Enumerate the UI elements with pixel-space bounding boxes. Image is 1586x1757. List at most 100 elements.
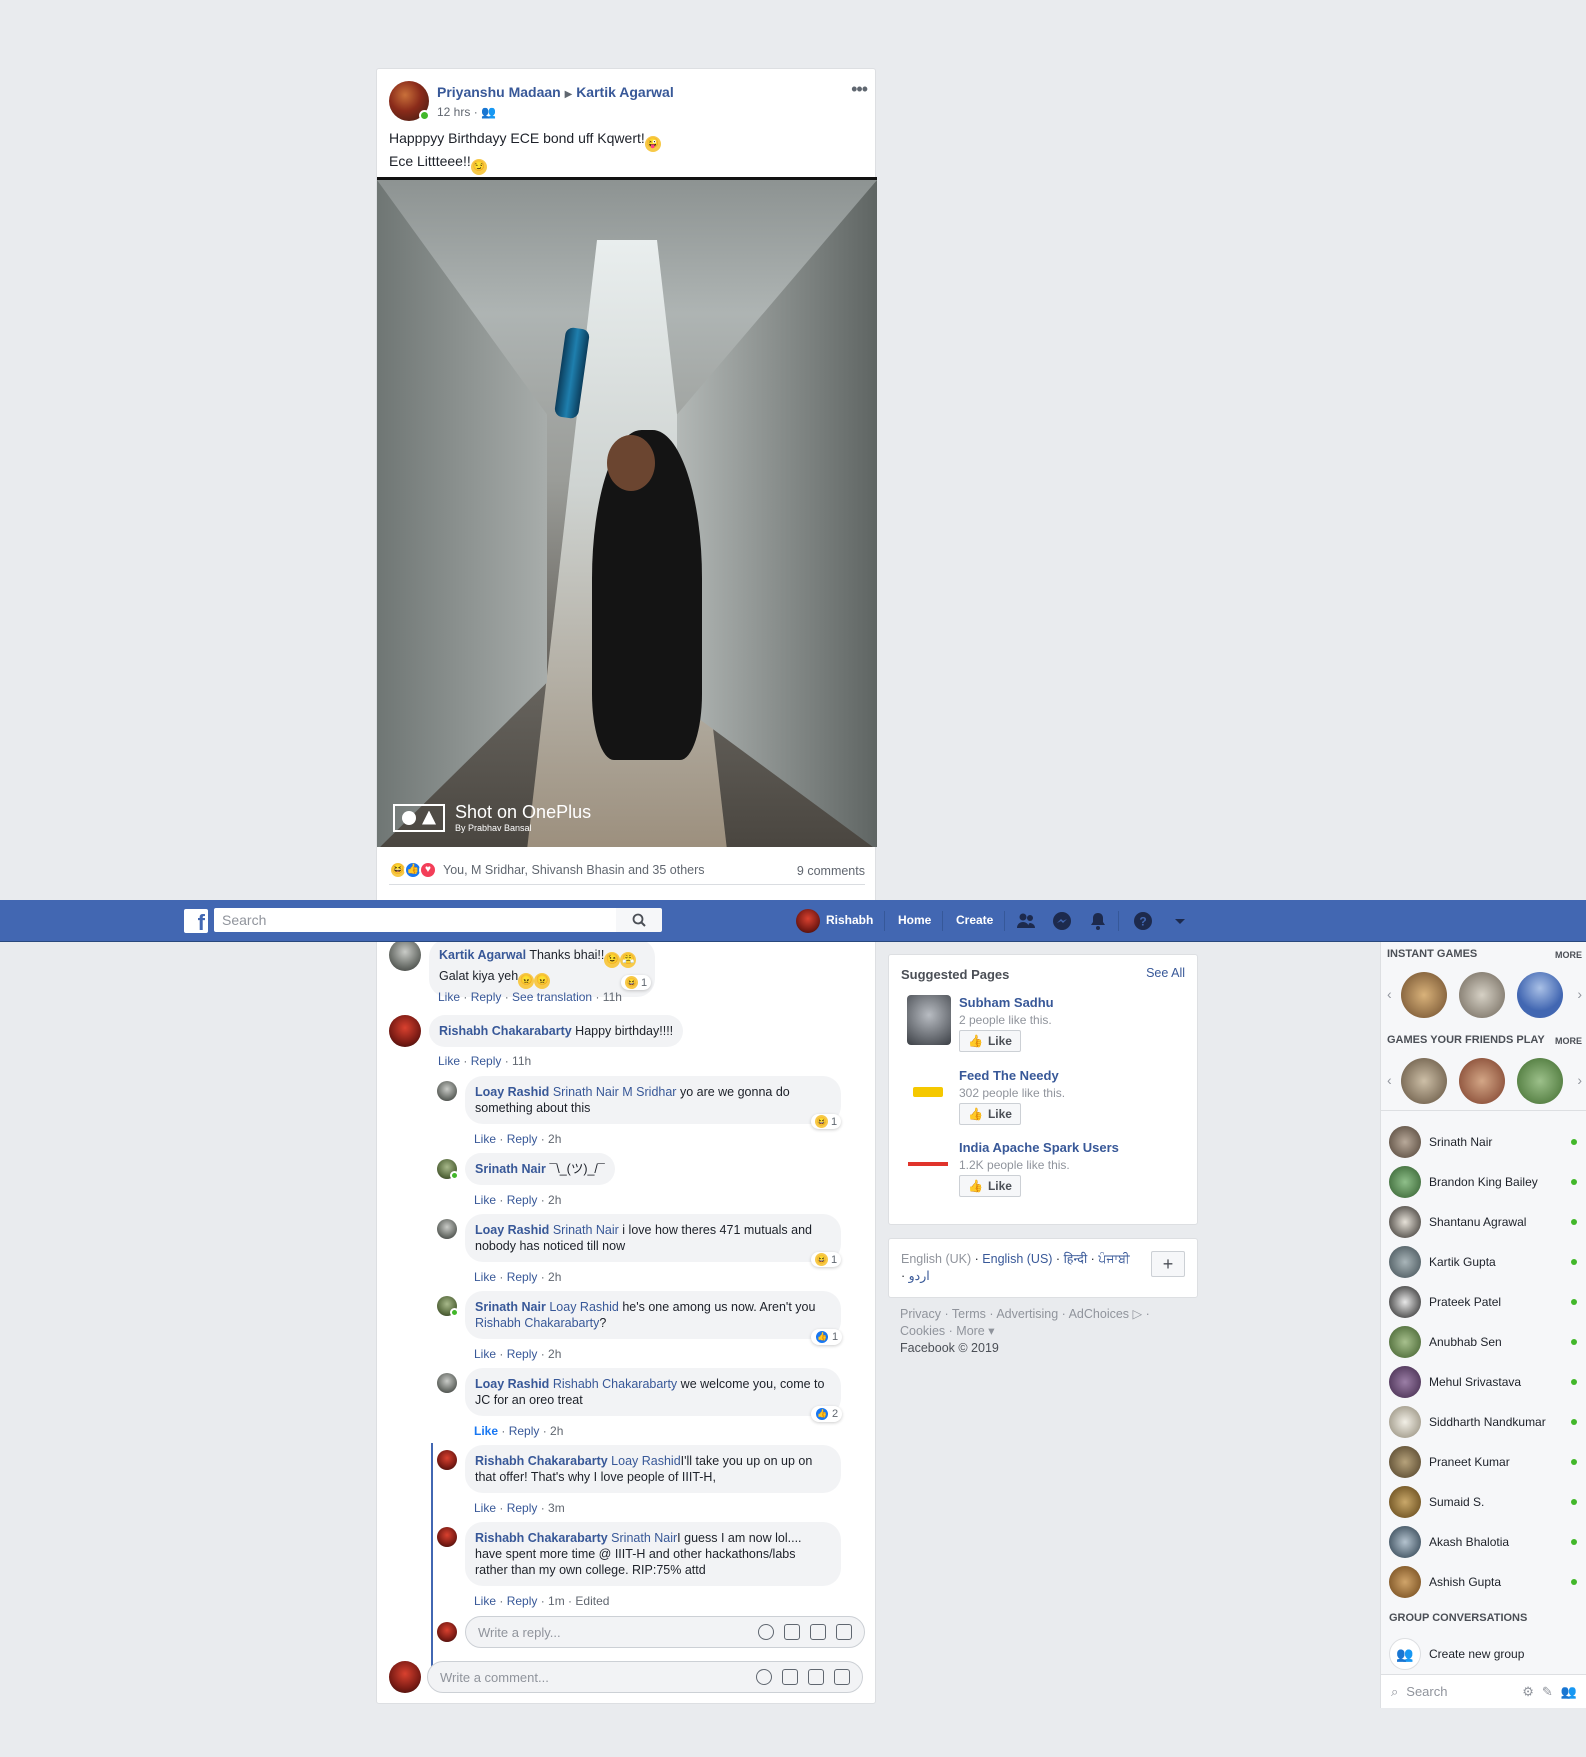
more-link[interactable]: More: [956, 1324, 984, 1338]
add-group-icon[interactable]: 👥: [1561, 1684, 1577, 1700]
reply-mention[interactable]: Srinath Nair: [611, 1531, 677, 1545]
create-group-button[interactable]: 👥 Create new group: [1389, 1638, 1524, 1670]
reply-time[interactable]: 2h: [550, 1424, 563, 1438]
contact-item[interactable]: Shantanu Agrawal: [1381, 1202, 1586, 1242]
game-icon[interactable]: [1517, 1058, 1563, 1104]
chevron-right-icon[interactable]: ›: [1577, 1072, 1582, 1088]
reply-time[interactable]: 1m: [548, 1594, 565, 1608]
search-button[interactable]: [616, 908, 662, 932]
like-link[interactable]: Like: [438, 990, 460, 1004]
camera-icon[interactable]: [782, 1669, 798, 1685]
game-icon[interactable]: [1401, 1058, 1447, 1104]
reply-author[interactable]: Rishabh Chakarabarty: [475, 1531, 608, 1545]
reply-reaction-count[interactable]: 👍 1: [811, 1329, 843, 1345]
reply-author[interactable]: Loay Rashid: [475, 1223, 549, 1237]
language-option[interactable]: हिन्दी: [1064, 1252, 1088, 1266]
contact-item[interactable]: Mehul Srivastava: [1381, 1362, 1586, 1402]
see-all-link[interactable]: See All: [1146, 966, 1185, 980]
friend-requests-icon[interactable]: [1016, 911, 1036, 931]
more-options-icon[interactable]: •••: [851, 79, 868, 100]
avatar[interactable]: [389, 1015, 421, 1047]
contact-item[interactable]: Siddharth Nandkumar: [1381, 1402, 1586, 1442]
account-menu-chevron-down-icon[interactable]: [1170, 911, 1190, 931]
home-link[interactable]: Home: [898, 913, 931, 927]
reply-link[interactable]: Reply: [507, 1132, 538, 1146]
gif-icon[interactable]: [808, 1669, 824, 1685]
reply-link[interactable]: Reply: [509, 1424, 540, 1438]
reply-author[interactable]: Loay Rashid: [475, 1377, 549, 1391]
game-icon[interactable]: [1459, 1058, 1505, 1104]
see-translation-link[interactable]: See translation: [512, 990, 592, 1004]
sticker-icon[interactable]: [836, 1624, 852, 1640]
help-icon[interactable]: ?: [1133, 911, 1153, 931]
avatar[interactable]: [437, 1081, 457, 1101]
comment-reaction-count[interactable]: 😆 1: [621, 975, 652, 990]
comment-author[interactable]: Rishabh Chakarabarty: [439, 1024, 572, 1038]
avatar[interactable]: [437, 1219, 457, 1239]
notifications-icon[interactable]: [1088, 911, 1108, 931]
language-option[interactable]: ਪੰਜਾਬੀ: [1098, 1252, 1129, 1266]
reply-link[interactable]: Reply: [507, 1594, 538, 1608]
reply-mention[interactable]: Srinath Nair M Sridhar: [553, 1085, 677, 1099]
reply-time[interactable]: 2h: [548, 1347, 561, 1361]
comment-time[interactable]: 11h: [603, 990, 622, 1004]
profile-avatar[interactable]: [796, 909, 820, 933]
reply-mention[interactable]: Rishabh Chakarabarty: [475, 1316, 599, 1330]
advertising-link[interactable]: Advertising: [996, 1307, 1058, 1321]
terms-link[interactable]: Terms: [952, 1307, 986, 1321]
instant-games-more-link[interactable]: MORE: [1555, 950, 1582, 960]
contact-item[interactable]: Ashish Gupta: [1381, 1562, 1586, 1602]
reply-link[interactable]: Reply: [507, 1347, 538, 1361]
page-name[interactable]: Subham Sadhu: [959, 995, 1054, 1010]
like-link[interactable]: Like: [474, 1424, 498, 1438]
like-page-button[interactable]: 👍 Like: [959, 1030, 1021, 1052]
page-name[interactable]: Feed The Needy: [959, 1068, 1059, 1083]
new-message-icon[interactable]: ✎: [1542, 1684, 1553, 1700]
reply-reaction-count[interactable]: 👍 2: [811, 1406, 843, 1422]
reply-author[interactable]: Srinath Nair: [475, 1300, 546, 1314]
reply-reaction-count[interactable]: 😆 1: [811, 1114, 842, 1129]
game-icon[interactable]: [1401, 972, 1447, 1018]
reply-time[interactable]: 3m: [548, 1501, 565, 1515]
like-link[interactable]: Like: [474, 1347, 496, 1361]
like-page-button[interactable]: 👍 Like: [959, 1103, 1021, 1125]
reply-mention[interactable]: Rishabh Chakarabarty: [553, 1377, 677, 1391]
contact-item[interactable]: Anubhab Sen: [1381, 1322, 1586, 1362]
reply-link[interactable]: Reply: [507, 1501, 538, 1515]
language-option[interactable]: English (US): [982, 1252, 1052, 1266]
page-thumbnail[interactable]: [903, 1074, 953, 1110]
game-icon[interactable]: [1459, 972, 1505, 1018]
target-name[interactable]: Kartik Agarwal: [576, 84, 674, 100]
reply-author[interactable]: Loay Rashid: [475, 1085, 549, 1099]
chevron-left-icon[interactable]: ‹: [1387, 986, 1392, 1002]
edited-label[interactable]: Edited: [575, 1594, 609, 1608]
reply-time[interactable]: 2h: [548, 1193, 561, 1207]
like-page-button[interactable]: 👍 Like: [959, 1175, 1021, 1197]
page-name[interactable]: India Apache Spark Users: [959, 1140, 1119, 1155]
contact-item[interactable]: Srinath Nair: [1381, 1122, 1586, 1162]
avatar[interactable]: [437, 1373, 457, 1393]
like-link[interactable]: Like: [474, 1270, 496, 1284]
page-thumbnail[interactable]: [907, 995, 951, 1045]
profile-link[interactable]: Rishabh: [826, 913, 873, 927]
avatar[interactable]: [437, 1527, 457, 1547]
game-icon[interactable]: [1517, 972, 1563, 1018]
messenger-icon[interactable]: [1052, 911, 1072, 931]
camera-icon[interactable]: [784, 1624, 800, 1640]
reply-link[interactable]: Reply: [471, 1054, 502, 1068]
reply-link[interactable]: Reply: [507, 1193, 538, 1207]
search-input[interactable]: Search: [214, 908, 616, 932]
language-option[interactable]: اردو: [909, 1269, 930, 1283]
adchoices-link[interactable]: AdChoices: [1069, 1307, 1129, 1321]
post-photo[interactable]: Shot on OnePlus By Prabhav Bansal: [377, 177, 877, 847]
reply-time[interactable]: 2h: [548, 1270, 561, 1284]
reactions-text[interactable]: You, M Sridhar, Shivansh Bhasin and 35 o…: [443, 863, 705, 877]
reply-author[interactable]: Rishabh Chakarabarty: [475, 1454, 608, 1468]
comment-time[interactable]: 11h: [512, 1054, 531, 1068]
settings-gear-icon[interactable]: ⚙: [1522, 1684, 1534, 1700]
avatar[interactable]: [437, 1450, 457, 1470]
chevron-left-icon[interactable]: ‹: [1387, 1072, 1392, 1088]
cookies-link[interactable]: Cookies: [900, 1324, 945, 1338]
contact-item[interactable]: Brandon King Bailey: [1381, 1162, 1586, 1202]
comment-input[interactable]: Write a comment...: [427, 1661, 863, 1693]
